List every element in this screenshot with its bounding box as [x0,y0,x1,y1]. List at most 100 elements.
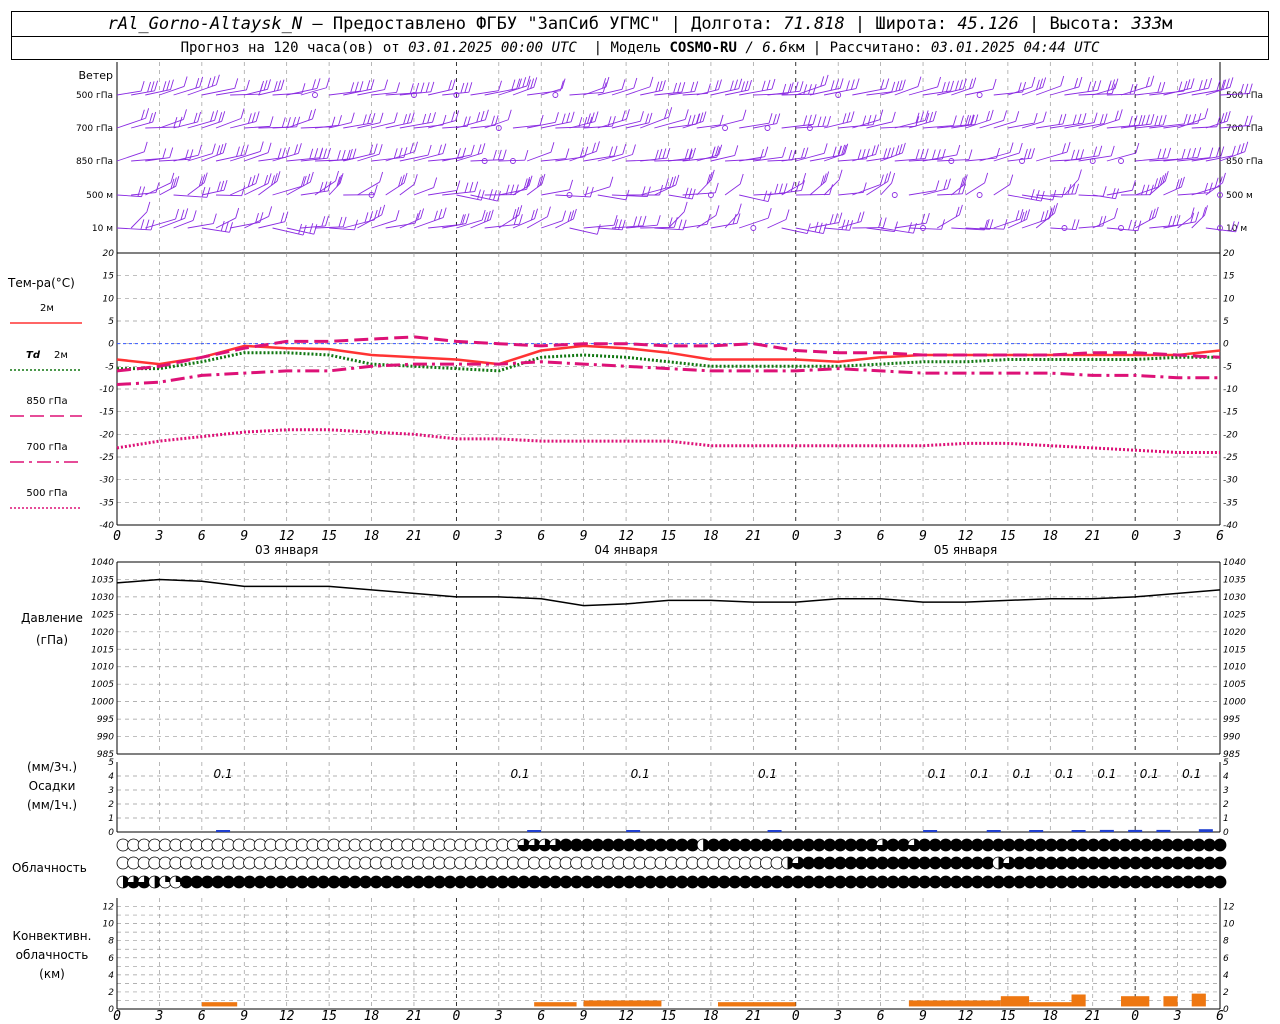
wind-barb-flag [534,208,538,219]
pressure-tick-left: 1025 [91,610,114,620]
wind-barb-flag [734,145,739,156]
wind-barb-flag [364,212,369,223]
wind-barb-flag [199,76,204,88]
convective-tick-left: 8 [108,937,114,947]
wind-barb-flag [1015,111,1020,122]
wind-barb-flag [359,81,364,92]
wind-barb-flag [1162,148,1167,159]
wind-barb-flag [146,201,151,213]
x-tick-hour: 15 [1000,1009,1016,1024]
wind-barb-flag [1190,78,1195,89]
wind-barb-staff [1177,117,1206,129]
wind-barb-flag [433,177,438,188]
wind-barb-flag [1092,80,1097,92]
precip-bar [767,830,782,832]
convective-tick-right: 6 [1223,954,1229,964]
wind-barb-flag [969,78,973,89]
wind-barb-flag [415,82,420,94]
convective-tick-right: 4 [1223,971,1229,981]
wind-barb-flag [350,112,355,123]
pressure-tick-right: 1030 [1223,593,1246,603]
wind-barb-flag [1208,78,1213,89]
wind-barb-flag [824,74,829,85]
wind-barb-flag [1138,115,1143,126]
wind-barb-flag [1022,81,1027,93]
wind-level-label-right: 500 м [1226,191,1253,201]
wind-barb-flag [924,110,929,121]
wind-barb-flag [1204,108,1209,119]
wind-barb-flag [1042,77,1047,88]
wind-barb-flag [1135,142,1140,154]
wind-calm-circle [566,192,573,198]
wind-barb-staff [682,93,708,96]
wind-calm-circle [481,158,488,164]
convective-title-2: облачность [16,948,89,962]
wind-barb-flag [1178,81,1183,92]
wind-barb-staff [244,183,269,196]
wind-barb-flag [561,113,566,124]
x-day-label: 04 января [594,543,657,557]
wind-barb-flag [470,144,475,156]
wind-barb-flag [312,79,316,90]
x-tick-hour: 0 [792,1009,800,1024]
wind-barb-flag [342,216,347,228]
wind-barb-flag [336,150,341,161]
wind-barb-flag [891,81,896,92]
x-tick-hour: 6 [537,1009,545,1024]
wind-barb-flag [677,82,682,93]
wind-barb-flag [1204,182,1209,194]
wind-barb-flag [1220,146,1225,157]
precip-tick-left: 5 [108,758,114,768]
wind-barb-flag [1097,80,1102,91]
wind-barb-flag [898,143,903,155]
wind-barb-flag [1145,184,1150,195]
wind-barb-flag [817,116,822,127]
wind-barb-flag [621,219,626,230]
wind-barb-flag [1078,169,1082,180]
x-tick-hour: 9 [240,529,248,544]
wind-barb-flag [169,147,174,158]
wind-barb-flag [932,110,937,122]
wind-barb-staff [1163,221,1196,229]
wind-barb-staff [385,182,405,196]
wind-barb-flag [393,148,398,159]
wind-barb-flag [379,171,384,183]
wind-barb-flag [839,78,844,89]
wind-level-label-right: 850 гПа [1226,157,1263,167]
x-tick-hour: 21 [746,1009,762,1024]
wind-barb-flag [1133,115,1138,126]
wind-barb-flag [605,76,610,88]
wind-barb-staff [1021,218,1050,229]
wind-barb-flag [327,148,331,159]
wind-barb-flag [206,187,211,198]
wind-barb-flag [1009,142,1014,153]
wind-barb-flag [669,176,674,188]
wind-barb-flag [352,148,357,159]
wind-barb-flag [155,182,160,193]
wind-barb-flag [645,113,649,124]
wind-barb-flag [219,144,224,155]
wind-barb-flag [427,112,432,124]
wind-barb-flag [1031,76,1036,88]
wind-barb-flag [594,111,599,122]
wind-barb-flag [409,143,414,154]
wind-barb-flag [432,112,436,123]
wind-barb-flag [917,76,922,87]
wind-barb-flag [518,214,523,225]
wind-calm-circle [1118,158,1124,164]
wind-barb-flag [518,205,523,216]
wind-barb-flag [406,113,411,124]
x-tick-hour: 0 [452,529,460,544]
wind-barb-staff [526,216,548,229]
wind-barb-flag [886,147,891,159]
x-tick-hour: 0 [113,1009,121,1024]
wind-barb-flag [763,190,768,201]
wind-barb-flag [1075,183,1079,195]
wind-barb-flag [618,219,622,230]
wind-barb-flag [737,203,742,214]
wind-barb-flag [664,178,669,189]
wind-barb-flag [550,142,555,153]
wind-barb-flag [308,110,313,121]
wind-barb-flag [215,74,220,85]
x-tick-hour: 0 [452,1009,460,1024]
